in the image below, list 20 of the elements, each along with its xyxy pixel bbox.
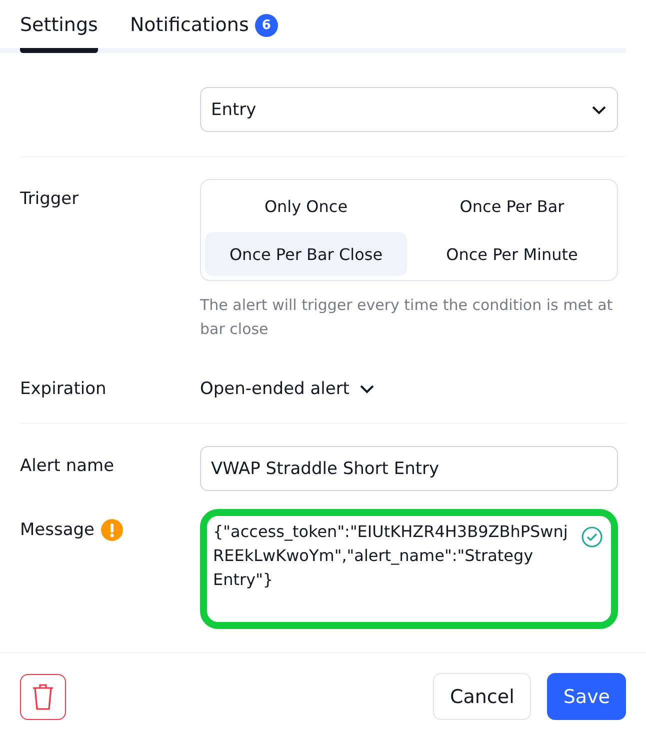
chevron-down-icon (591, 104, 607, 114)
expiration-dropdown[interactable]: Open-ended alert (200, 369, 618, 399)
alert-name-field[interactable]: VWAP Straddle Short Entry (200, 446, 618, 491)
tab[interactable]: Settings (20, 14, 98, 53)
message-field[interactable]: {"access_token":"EIUtKHZR4H3B9ZBhPSwnjREEkLwKwoYm","alert_name":"Strategy Entry"} (200, 509, 618, 629)
hint-text: The alert will trigger every time the condition is met at bar close (200, 295, 614, 340)
cancel-button[interactable]: Cancel (432, 673, 532, 720)
field-label: Trigger (20, 188, 80, 209)
trigger-option[interactable]: Once Per Bar Close (205, 232, 407, 276)
field-label: Expiration (20, 378, 108, 399)
trash-icon (32, 682, 54, 710)
count-badge: 6 (254, 14, 278, 37)
check-circle-icon (581, 526, 603, 548)
tab[interactable]: Notifications 6 (130, 14, 278, 53)
save-button[interactable]: Save (547, 673, 626, 720)
delete-button[interactable] (20, 674, 66, 720)
condition-select[interactable]: Entry (200, 87, 618, 132)
chevron-down-icon (359, 384, 376, 394)
field-label: Message (20, 520, 95, 540)
field-label: Alert name (20, 455, 116, 476)
